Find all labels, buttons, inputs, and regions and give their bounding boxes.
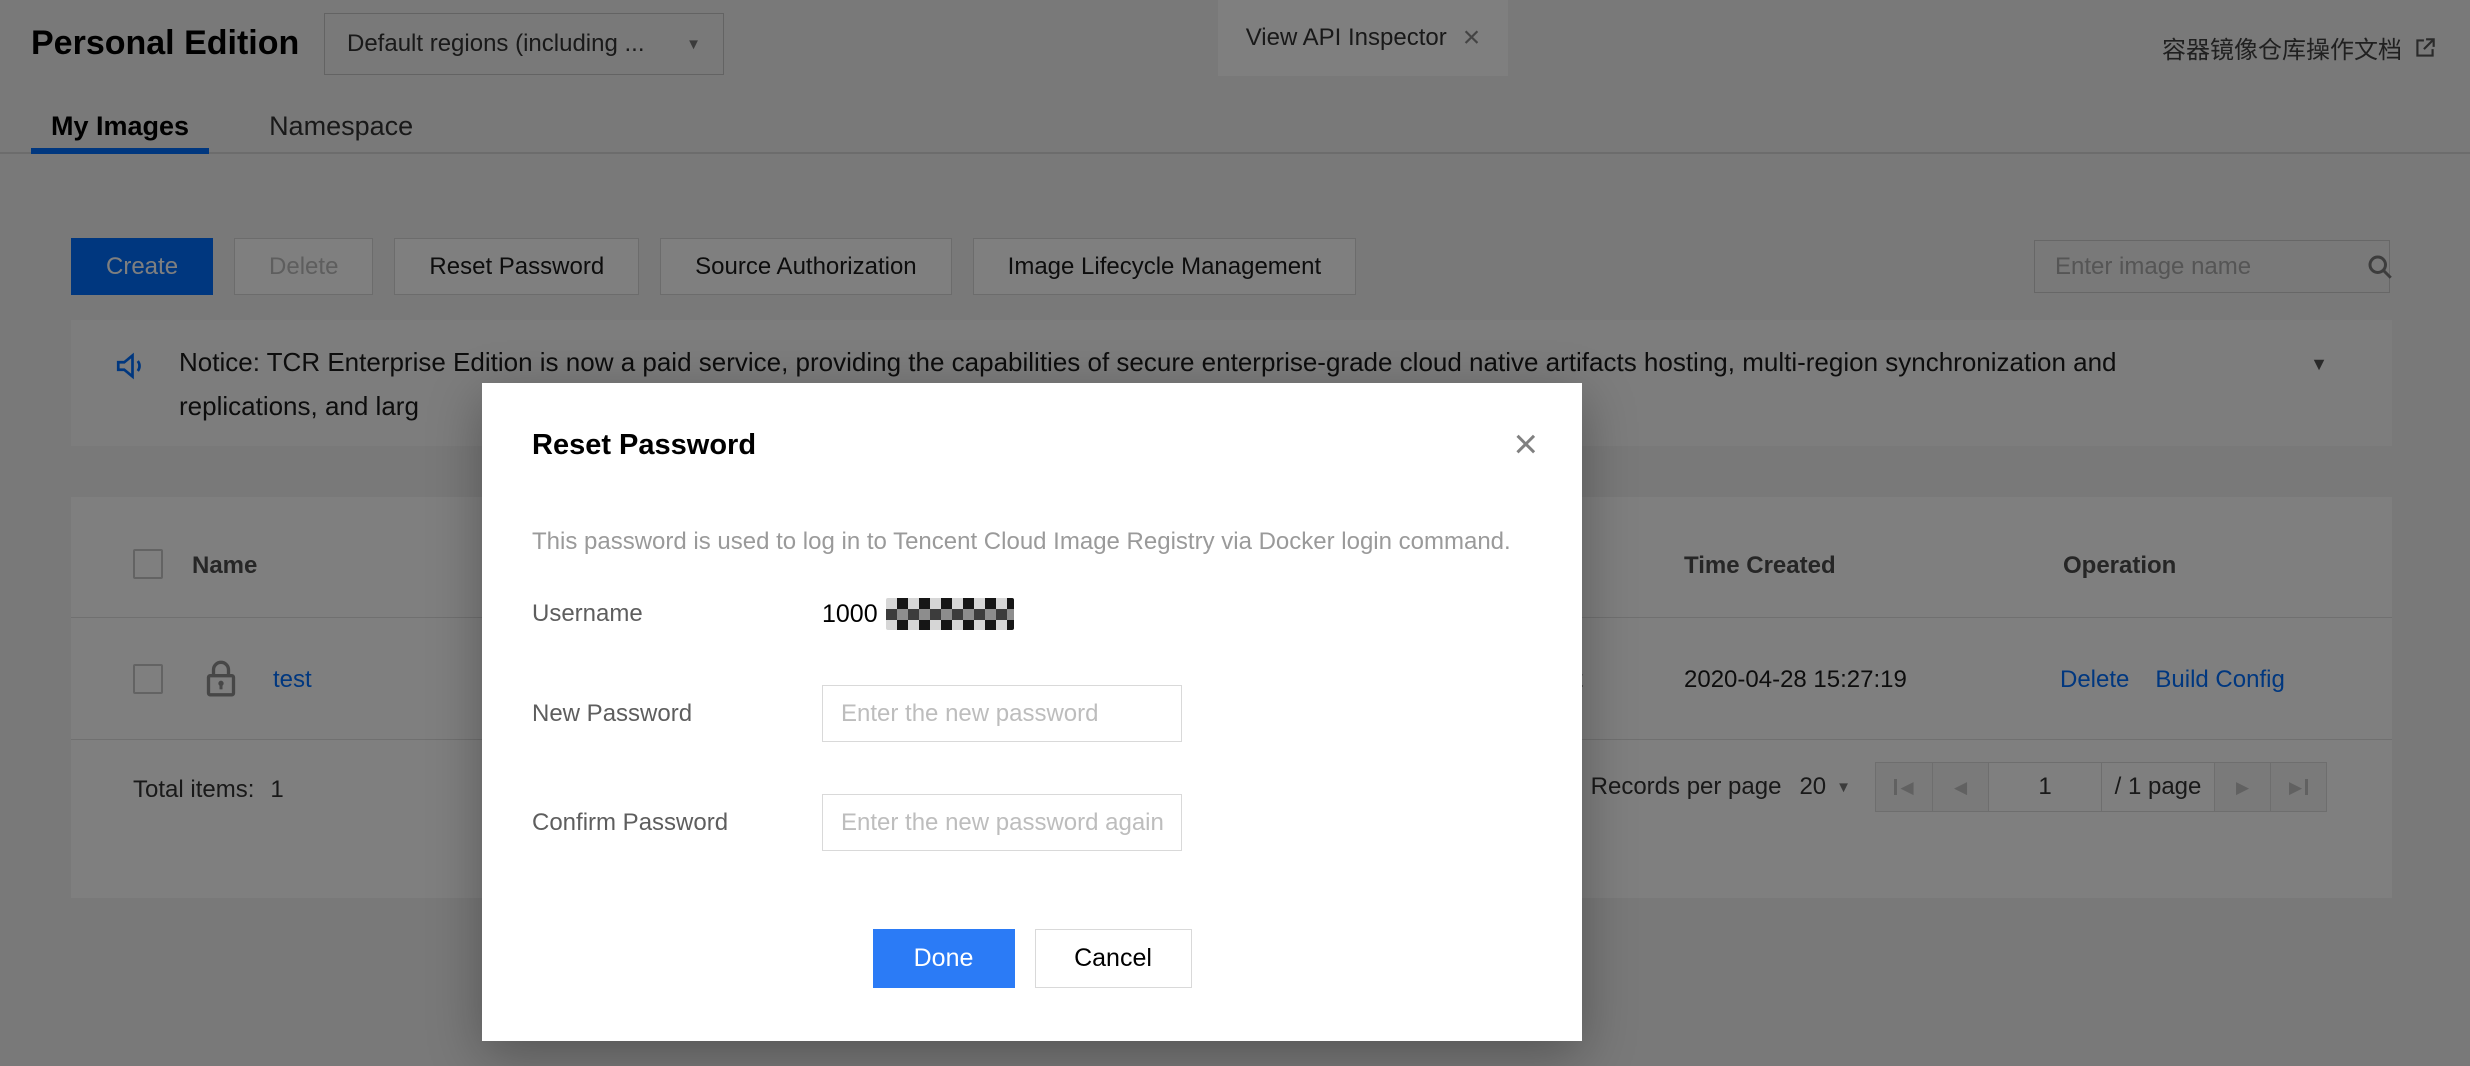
- tcr-console-page: Personal Edition Default regions (includ…: [0, 0, 2470, 1066]
- modal-close-icon[interactable]: ×: [1513, 423, 1538, 465]
- modal-description: This password is used to log in to Tence…: [532, 528, 1532, 556]
- cancel-button[interactable]: Cancel: [1035, 929, 1192, 988]
- username-label: Username: [532, 600, 772, 628]
- modal-buttons: Done Cancel: [532, 929, 1532, 988]
- done-button[interactable]: Done: [873, 929, 1015, 988]
- confirm-password-label: Confirm Password: [532, 809, 772, 837]
- new-password-row: New Password: [532, 685, 1532, 742]
- username-redacted-mosaic: [886, 598, 1014, 630]
- modal-title: Reset Password: [532, 429, 1532, 462]
- new-password-label: New Password: [532, 700, 772, 728]
- username-row: Username 1000: [532, 594, 1532, 634]
- reset-password-modal: Reset Password × This password is used t…: [482, 383, 1582, 1041]
- new-password-field[interactable]: [822, 685, 1182, 742]
- username-visible-text: 1000: [822, 600, 878, 629]
- confirm-password-row: Confirm Password: [532, 794, 1532, 851]
- username-value: 1000: [822, 598, 1014, 630]
- confirm-password-field[interactable]: [822, 794, 1182, 851]
